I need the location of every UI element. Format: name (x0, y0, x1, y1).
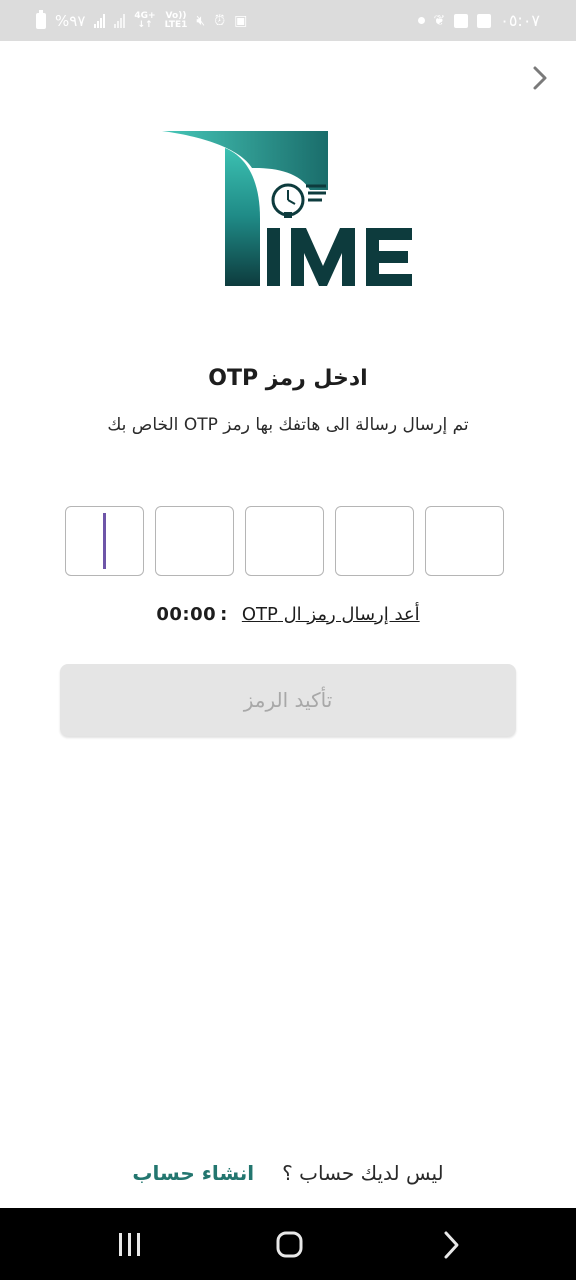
otp-digit-1[interactable] (65, 506, 144, 576)
timer-separator: : (220, 603, 228, 625)
otp-digit-5[interactable] (425, 506, 504, 576)
mute-icon: 🔇︎ (196, 12, 206, 29)
text-cursor (103, 513, 106, 569)
leaf-icon: ❦ (433, 12, 446, 29)
otp-digit-2[interactable] (155, 506, 234, 576)
status-bar: %٩٧ 4G+ ↓↑ Vo)) LTE1 🔇︎ ⏰︎ ▣ ❦ ٠٥:٠٧ (0, 0, 576, 41)
status-left: %٩٧ 4G+ ↓↑ Vo)) LTE1 🔇︎ ⏰︎ ▣ (36, 9, 248, 30)
signal-icon (114, 13, 126, 28)
volte-icon: Vo)) LTE1 (164, 10, 188, 30)
storage-icon: ▣ (234, 12, 248, 29)
resend-row: 00:00 : أعد إرسال رمز ال OTP (0, 600, 576, 628)
signup-question: ليس لديك حساب ؟ (282, 1161, 444, 1185)
signup-row: ليس لديك حساب ؟ انشاء حساب (0, 1156, 576, 1190)
image-icon (454, 13, 469, 28)
otp-digit-4[interactable] (335, 506, 414, 576)
confirm-code-button[interactable]: تأكيد الرمز (60, 664, 516, 736)
signal-icon (94, 13, 106, 28)
alarm-icon: ⏰︎ (214, 12, 226, 29)
battery-icon (36, 9, 46, 29)
home-icon[interactable] (270, 1230, 310, 1260)
resend-otp-link[interactable]: أعد إرسال رمز ال OTP (242, 604, 420, 625)
create-account-link[interactable]: انشاء حساب (132, 1161, 254, 1185)
otp-input-row (65, 506, 511, 578)
chevron-right-icon[interactable] (528, 62, 554, 94)
page-subtitle: تم إرسال رسالة الى هاتفك بها رمز OTP الخ… (107, 415, 469, 435)
otp-digit-3[interactable] (245, 506, 324, 576)
back-icon[interactable] (432, 1230, 472, 1260)
clock: ٠٥:٠٧ (500, 11, 540, 30)
status-right: ❦ ٠٥:٠٧ (417, 11, 540, 30)
battery-percent: %٩٧ (55, 11, 86, 30)
system-nav-bar (0, 1208, 576, 1280)
dot-icon (417, 17, 425, 24)
page-title: ادخل رمز OTP (208, 366, 368, 391)
time-logo (162, 131, 412, 286)
recents-icon[interactable] (110, 1230, 150, 1260)
network-icon: 4G+ ↓↑ (134, 10, 156, 30)
facebook-icon (477, 13, 492, 28)
countdown-timer: 00:00 (156, 603, 217, 625)
